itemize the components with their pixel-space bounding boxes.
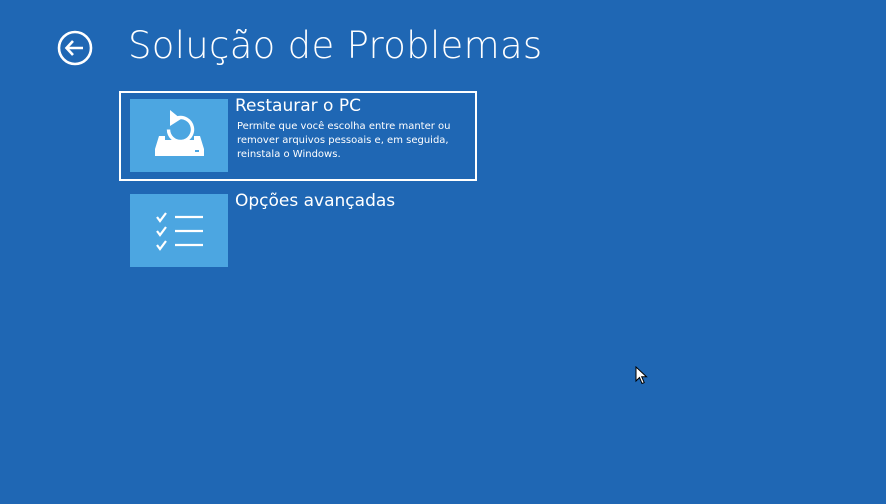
back-button[interactable] bbox=[57, 30, 93, 66]
tile-icon-container bbox=[130, 99, 228, 172]
reset-pc-icon bbox=[155, 110, 204, 156]
page-title: Solução de Problemas bbox=[128, 24, 543, 67]
tile-opcoes-avancadas[interactable]: Opções avançadas bbox=[119, 186, 477, 276]
tile-description: Permite que você escolha entre manter ou… bbox=[237, 121, 451, 160]
back-arrow-icon bbox=[57, 30, 93, 66]
tile-restaurar-pc[interactable]: Restaurar o PC Permite que você escolha … bbox=[119, 91, 477, 181]
tile-title: Opções avançadas bbox=[235, 191, 396, 211]
tile-icon-container bbox=[130, 194, 228, 267]
checklist-icon bbox=[156, 212, 203, 251]
tile-title: Restaurar o PC bbox=[235, 96, 361, 116]
mouse-cursor-icon bbox=[635, 366, 648, 385]
troubleshoot-screen: Solução de Problemas Restaurar o PC Perm… bbox=[0, 0, 886, 504]
